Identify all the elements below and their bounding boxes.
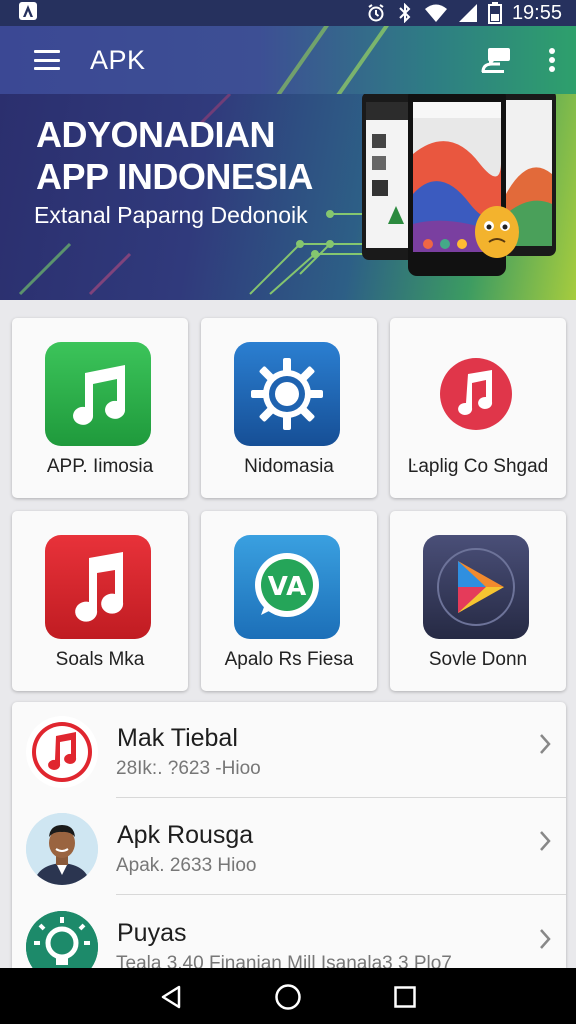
app-title: APK [90, 44, 146, 75]
banner-subtitle: Extanal Paparng Dedonoik [34, 202, 308, 228]
app-card[interactable]: Nidomasia [201, 318, 377, 498]
app-card[interactable]: Sovle Donn [390, 511, 566, 691]
app-card-label: Apalo Rs Fiesa [224, 649, 354, 670]
chevron-right-icon [538, 829, 552, 858]
promo-banner[interactable]: ADYONADIAN APP INDONESIA Extanal Paparng… [0, 94, 576, 300]
decorative-stripe [268, 26, 336, 94]
notification-icon [18, 1, 38, 26]
back-icon[interactable] [156, 982, 186, 1012]
recents-icon[interactable] [390, 982, 420, 1012]
app-card-label: APP. Iimosia [46, 456, 154, 477]
play-icon [423, 535, 529, 639]
chevron-right-icon [538, 927, 552, 956]
alarm-icon [366, 3, 386, 23]
list-item[interactable]: Puyas Teala 3.40 Finanian Mill Isanala3 … [12, 897, 566, 968]
banner-title-line1: ADYONADIAN [36, 114, 276, 155]
music-note-icon [423, 342, 529, 446]
list-item-title: Mak Tiebal [117, 724, 238, 752]
more-vert-icon[interactable] [548, 47, 556, 73]
nav-bar [0, 968, 576, 1024]
banner-title-line2: APP INDONESIA [36, 156, 313, 197]
music-note-icon [26, 716, 98, 788]
avatar-icon [26, 813, 98, 885]
signal-icon [458, 3, 478, 23]
list-item[interactable]: Mak Tiebal 28Ik:. ?623 -Hioo [12, 702, 566, 799]
list-item-subtitle: Apak. 2633 Hioo [116, 855, 257, 876]
home-icon[interactable] [273, 982, 303, 1012]
status-time: 19:55 [511, 1, 562, 24]
app-card[interactable]: Soals Mka [12, 511, 188, 691]
whatsapp-icon: VA [234, 535, 340, 639]
bluetooth-icon [396, 3, 414, 23]
list-item-title: Puyas [117, 919, 187, 947]
list-item-subtitle: 28Ik:. ?623 -Hioo [116, 758, 261, 779]
music-note-icon [45, 342, 151, 446]
list-item[interactable]: Apk Rousga Apak. 2633 Hioo [12, 799, 566, 896]
app-card[interactable]: Ŀaplig Co Shgad [390, 318, 566, 498]
gear-icon [234, 342, 340, 446]
music-note-icon [45, 535, 151, 639]
svg-text:VA: VA [268, 572, 306, 602]
divider [116, 797, 566, 798]
chat-icon[interactable] [480, 46, 512, 74]
app-bar: APK [0, 26, 576, 94]
decorative-stripe [328, 26, 396, 94]
chevron-right-icon [538, 732, 552, 761]
app-card[interactable]: VA Apalo Rs Fiesa [201, 511, 377, 691]
lightbulb-icon [26, 911, 98, 968]
app-card[interactable]: APP. Iimosia [12, 318, 188, 498]
app-card-label: Ŀaplig Co Shgad [407, 456, 549, 477]
wifi-icon [424, 3, 448, 23]
battery-icon [487, 2, 502, 24]
menu-icon[interactable] [34, 50, 60, 70]
app-list: Mak Tiebal 28Ik:. ?623 -Hioo Apk Rousga … [12, 702, 566, 968]
divider [116, 894, 566, 895]
list-item-subtitle: Teala 3.40 Finanian Mill Isanala3 3 Plo7 [116, 953, 452, 968]
app-card-label: Soals Mka [55, 649, 145, 670]
list-item-title: Apk Rousga [117, 821, 254, 849]
banner-title: ADYONADIAN APP INDONESIA [36, 114, 313, 198]
status-bar: 19:55 [0, 0, 576, 26]
app-card-label: Nidomasia [244, 456, 334, 477]
app-card-label: Sovle Donn [428, 649, 528, 670]
